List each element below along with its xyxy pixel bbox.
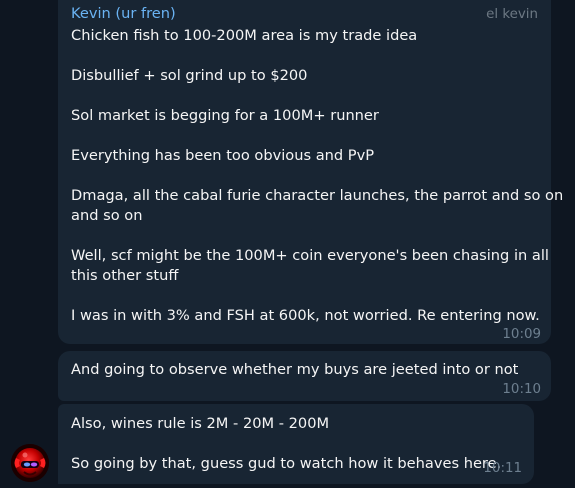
- message-text-line: Well, scf might be the 100M+ coin everyo…: [71, 247, 549, 264]
- message-text-line: Dmaga, all the cabal furie character lau…: [71, 187, 564, 204]
- sender-rank-badge: el kevin: [486, 7, 538, 22]
- message-text-line: Chicken fish to 100-200M area is my trad…: [71, 27, 418, 44]
- message-text-line: Also, wines rule is 2M - 20M - 200M: [71, 415, 330, 432]
- message-text-line: Disbullief + sol grind up to $200: [71, 67, 308, 84]
- message-bubble[interactable]: Kevin (ur fren) el kevin Chicken fish to…: [58, 0, 563, 344]
- message-timestamp: 10:11: [483, 461, 522, 476]
- avatar-image: [11, 444, 49, 482]
- message-text-line: and so on: [71, 207, 143, 224]
- message-text-line: I was in with 3% and FSH at 600k, not wo…: [71, 307, 540, 324]
- message-timestamp: 10:09: [502, 327, 541, 342]
- message-text-line: Everything has been too obvious and PvP: [71, 147, 375, 164]
- sender-name[interactable]: Kevin (ur fren): [71, 5, 176, 22]
- message-timestamp: 10:10: [502, 382, 541, 397]
- red-helmet-avatar-icon[interactable]: [11, 444, 49, 482]
- message-text-line: And going to observe whether my buys are…: [71, 361, 519, 378]
- message-text-line: this other stuff: [71, 267, 179, 284]
- message-text-line: So going by that, guess gud to watch how…: [71, 455, 502, 472]
- message-bubble[interactable]: And going to observe whether my buys are…: [58, 351, 551, 401]
- message-text-line: Sol market is begging for a 100M+ runner: [71, 107, 379, 124]
- message-bubble[interactable]: Also, wines rule is 2M - 20M - 200M So g…: [58, 404, 534, 484]
